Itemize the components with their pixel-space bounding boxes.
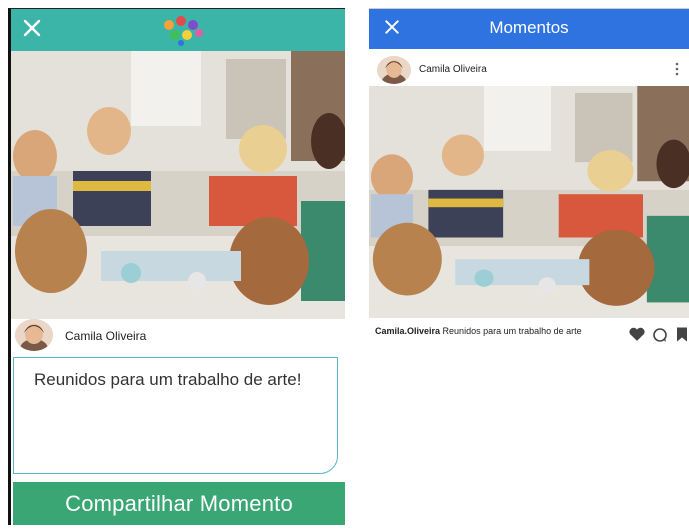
avatar bbox=[15, 319, 53, 351]
avatar bbox=[377, 56, 411, 84]
comment-icon[interactable] bbox=[652, 327, 668, 343]
post-photo bbox=[369, 86, 689, 318]
user-name: Camila Oliveira bbox=[419, 64, 487, 75]
caption-user[interactable]: Camila.Oliveira bbox=[375, 326, 440, 336]
feed-screen: Momentos Camila Oliveira Camila.Oliveira… bbox=[369, 8, 689, 525]
post-text-input[interactable]: Reunidos para um trabalho de arte! bbox=[13, 357, 338, 474]
compose-screen: Camila Oliveira Reunidos para um trabalh… bbox=[8, 8, 345, 525]
heart-icon[interactable] bbox=[628, 327, 646, 342]
share-moment-button[interactable]: Compartilhar Momento bbox=[13, 482, 345, 525]
page-title: Momentos bbox=[489, 18, 569, 37]
caption-text: Reunidos para um trabalho de arte bbox=[440, 326, 582, 336]
user-name: Camila Oliveira bbox=[65, 329, 147, 343]
app-logo bbox=[164, 16, 203, 46]
close-icon[interactable] bbox=[21, 17, 43, 39]
post-photo bbox=[11, 51, 345, 319]
post-caption: Camila.Oliveira Reunidos para um trabalh… bbox=[375, 326, 582, 336]
feed-header: Momentos bbox=[369, 9, 689, 49]
bookmark-icon[interactable] bbox=[677, 327, 687, 342]
more-vert-icon[interactable] bbox=[675, 62, 679, 76]
compose-header bbox=[11, 9, 345, 51]
